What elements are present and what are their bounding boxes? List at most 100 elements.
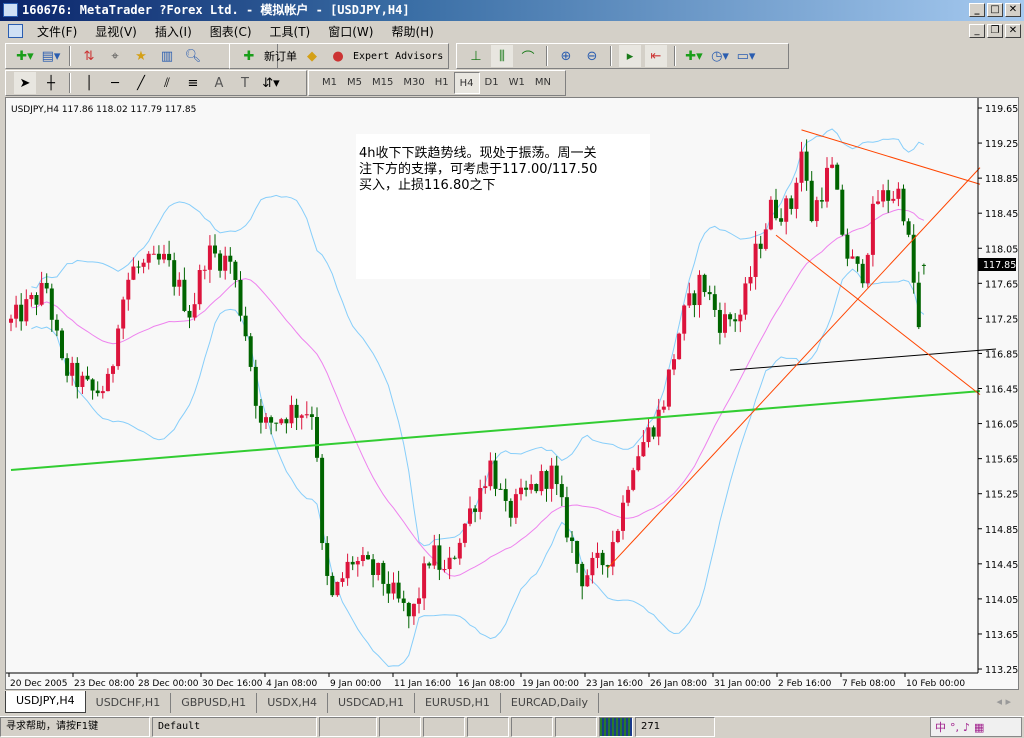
new-order-icon[interactable]: ✚ bbox=[238, 45, 260, 67]
tf-d1[interactable]: D1 bbox=[480, 72, 504, 94]
candle bbox=[493, 452, 498, 497]
tab-usdcad-h1[interactable]: USDCAD,H1 bbox=[328, 693, 415, 713]
navigator-icon[interactable]: ★ bbox=[130, 45, 152, 67]
close-button[interactable]: ✕ bbox=[1005, 3, 1021, 17]
ime-softkb[interactable]: ♪ bbox=[963, 721, 970, 734]
candlestick-icon[interactable]: ⫼ bbox=[491, 45, 513, 67]
tab-usdjpy-h4[interactable]: USDJPY,H4 bbox=[5, 691, 86, 713]
tab-eurcad-daily[interactable]: EURCAD,Daily bbox=[501, 693, 599, 713]
candle bbox=[825, 157, 829, 208]
menu-insert[interactable]: 插入(I) bbox=[146, 23, 201, 40]
menu-tools[interactable]: 工具(T) bbox=[261, 23, 320, 40]
tf-m15[interactable]: M15 bbox=[367, 72, 398, 94]
annotation-line-2: 注下方的支撑，可考虑于117.00/117.50 bbox=[359, 161, 597, 177]
expert-advisors-icon[interactable]: ● bbox=[327, 45, 349, 67]
tab-gbpusd-h1[interactable]: GBPUSD,H1 bbox=[171, 693, 258, 713]
indicators-icon[interactable]: ✚▾ bbox=[683, 45, 705, 67]
child-close-button[interactable]: ✕ bbox=[1005, 24, 1021, 38]
candle bbox=[243, 306, 248, 341]
candle bbox=[870, 196, 875, 267]
templates-icon[interactable]: ▭▾ bbox=[735, 45, 757, 67]
y-tick-label: 117.25 bbox=[985, 314, 1018, 325]
profiles-icon[interactable]: ▤▾ bbox=[40, 45, 62, 67]
tf-w1[interactable]: W1 bbox=[504, 72, 530, 94]
market-watch-icon[interactable]: ⇅ bbox=[78, 45, 100, 67]
candle bbox=[733, 313, 738, 332]
y-tick-label: 115.25 bbox=[985, 490, 1018, 501]
candle bbox=[248, 333, 253, 372]
maximize-button[interactable]: □ bbox=[987, 3, 1003, 17]
trendline-support-black[interactable] bbox=[730, 348, 997, 371]
price-chart[interactable]: 4h收下下跌趋势线。现处于振荡。周一关 注下方的支撑，可考虑于117.00/11… bbox=[6, 98, 1018, 689]
strategy-tester-icon[interactable]: 🔍︎ bbox=[182, 45, 204, 67]
tab-eurusd-h1[interactable]: EURUSD,H1 bbox=[415, 693, 501, 713]
child-minimize-button[interactable]: _ bbox=[969, 24, 985, 38]
crosshair-data-icon[interactable]: ⌖ bbox=[104, 45, 126, 67]
text-label-icon[interactable]: T bbox=[234, 72, 256, 94]
menu-view[interactable]: 显视(V) bbox=[86, 23, 146, 40]
terminal-icon[interactable]: ▥ bbox=[156, 45, 178, 67]
candle bbox=[279, 417, 284, 425]
candle bbox=[901, 184, 906, 226]
trendline-channel-bottom[interactable] bbox=[775, 234, 981, 396]
candle bbox=[911, 224, 916, 294]
fibonacci-icon[interactable]: ≡ bbox=[182, 72, 204, 94]
ime-keyboard-icon[interactable]: ▦ bbox=[974, 721, 984, 734]
new-chart-icon[interactable]: ✚▾ bbox=[14, 45, 36, 67]
horizontal-line-icon[interactable]: ─ bbox=[104, 72, 126, 94]
candle bbox=[850, 249, 855, 259]
cursor-icon[interactable]: ➤ bbox=[14, 72, 36, 94]
arrows-icon[interactable]: ⇵▾ bbox=[260, 72, 282, 94]
chart-shift-icon[interactable]: ⇤ bbox=[645, 45, 667, 67]
text-icon[interactable]: A bbox=[208, 72, 230, 94]
candle bbox=[748, 266, 753, 291]
tf-h4[interactable]: H4 bbox=[453, 72, 480, 94]
tf-mn[interactable]: MN bbox=[530, 72, 556, 94]
vertical-line-icon[interactable]: │ bbox=[78, 72, 100, 94]
bar-chart-icon[interactable]: ⊥ bbox=[465, 45, 487, 67]
zoom-out-icon[interactable]: ⊖ bbox=[581, 45, 603, 67]
tab-usdx-h4[interactable]: USDX,H4 bbox=[257, 693, 328, 713]
tf-m1[interactable]: M1 bbox=[317, 72, 342, 94]
warning-icon[interactable]: ◆ bbox=[301, 45, 323, 67]
x-tick-label: 10 Feb 00:00 bbox=[906, 679, 965, 689]
tf-h1[interactable]: H1 bbox=[430, 72, 454, 94]
ime-toolbar[interactable]: 中 °, ♪ ▦ bbox=[930, 717, 1022, 737]
menu-file[interactable]: 文件(F) bbox=[28, 23, 86, 40]
chart-window[interactable]: 4h收下下跌趋势线。现处于振荡。周一关 注下方的支撑，可考虑于117.00/11… bbox=[5, 97, 1019, 690]
candle bbox=[712, 285, 717, 318]
candle bbox=[111, 364, 115, 383]
candle bbox=[677, 332, 682, 360]
candle bbox=[753, 231, 758, 290]
expert-advisors-button[interactable]: Expert Advisors bbox=[353, 51, 443, 62]
ime-punct[interactable]: °, bbox=[950, 721, 959, 734]
candle bbox=[626, 486, 631, 507]
menu-charts[interactable]: 图表(C) bbox=[201, 23, 261, 40]
minimize-button[interactable]: _ bbox=[969, 3, 985, 17]
candle bbox=[284, 417, 289, 434]
crosshair-icon[interactable]: ┼ bbox=[40, 72, 62, 94]
zoom-in-icon[interactable]: ⊕ bbox=[555, 45, 577, 67]
trendline-icon[interactable]: ╱ bbox=[130, 72, 152, 94]
tab-scroll-arrows[interactable]: ◂ ▸ bbox=[996, 691, 1011, 713]
line-chart-icon[interactable]: ⌒ bbox=[517, 45, 539, 67]
menu-window[interactable]: 窗口(W) bbox=[319, 23, 382, 40]
tf-m5[interactable]: M5 bbox=[342, 72, 367, 94]
equidistant-channel-icon[interactable]: ⫽ bbox=[156, 72, 178, 94]
tab-usdchf-h1[interactable]: USDCHF,H1 bbox=[86, 693, 172, 713]
candle bbox=[228, 247, 233, 274]
ime-chinese[interactable]: 中 bbox=[935, 719, 946, 735]
candle bbox=[207, 235, 212, 283]
candle bbox=[891, 190, 896, 204]
autoscroll-icon[interactable]: ▸ bbox=[619, 45, 641, 67]
child-restore-button[interactable]: ❐ bbox=[987, 24, 1003, 38]
trendline-uptrend[interactable] bbox=[607, 167, 981, 569]
candle bbox=[575, 540, 580, 573]
new-order-button[interactable]: 新订单 bbox=[264, 48, 297, 64]
tf-m30[interactable]: M30 bbox=[398, 72, 429, 94]
chart-window-icon[interactable] bbox=[8, 24, 23, 38]
menu-help[interactable]: 帮助(H) bbox=[382, 23, 442, 40]
candle bbox=[366, 551, 370, 560]
candle bbox=[309, 406, 314, 430]
periods-icon[interactable]: ◷▾ bbox=[709, 45, 731, 67]
